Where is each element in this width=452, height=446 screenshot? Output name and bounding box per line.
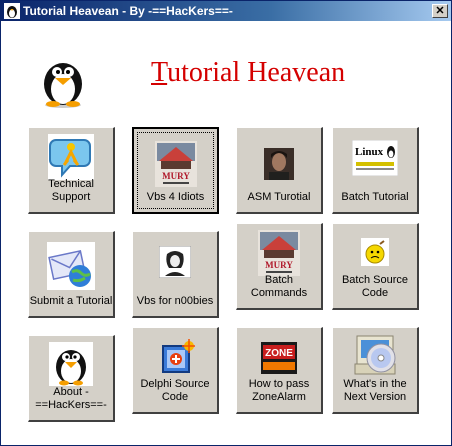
- next-version-button[interactable]: What's in the Next Version: [332, 327, 419, 414]
- window-title: Tutorial Heavean - By -==HacKers==-: [23, 4, 233, 18]
- tile-label: Batch Tutorial: [341, 191, 409, 203]
- zonealarm-icon: ZONE: [261, 342, 297, 374]
- app-window: Tutorial Heavean - By -==HacKers==- ✕ Tu…: [0, 0, 452, 446]
- technical-support-button[interactable]: Technical Support: [28, 127, 115, 214]
- tile-label: What's in the Next Version: [343, 378, 407, 403]
- album-cover-image: MURY: [154, 141, 197, 187]
- tile-label: Batch Commands: [250, 274, 308, 299]
- tile-label: Batch Source Code: [341, 274, 409, 299]
- asm-tutorial-button[interactable]: ASM Turotial: [236, 127, 323, 214]
- tile-label: Technical Support: [48, 178, 94, 203]
- tile-label: Delphi Source Code: [140, 378, 210, 403]
- batch-source-code-button[interactable]: Batch Source Code: [332, 223, 419, 310]
- tile-label: About -==HacKers==-: [35, 386, 107, 411]
- title-bar[interactable]: Tutorial Heavean - By -==HacKers==- ✕: [1, 1, 451, 21]
- penguin-icon: [4, 3, 20, 19]
- linux-logo-icon: Linux: [352, 140, 398, 176]
- tile-label: ASM Turotial: [247, 191, 311, 203]
- vbs-for-noobies-button[interactable]: Vbs for n00bies: [132, 231, 219, 318]
- tile-label: How to pass ZoneAlarm: [248, 378, 310, 403]
- svg-text:Linux: Linux: [355, 146, 384, 158]
- zonealarm-button[interactable]: ZONE How to pass ZoneAlarm: [236, 327, 323, 414]
- close-button[interactable]: ✕: [432, 4, 448, 18]
- portrait-sketch-icon: [159, 246, 191, 278]
- delphi-icon: [155, 338, 195, 376]
- penguin-icon: [49, 342, 93, 386]
- page-title: Tutorial Heavean: [151, 57, 346, 88]
- tile-label: Vbs for n00bies: [136, 295, 214, 307]
- cd-computer-icon: [354, 335, 396, 375]
- email-globe-icon: [47, 242, 95, 290]
- tile-label: Vbs 4 Idiots: [146, 191, 205, 203]
- smiley-icon: [361, 238, 389, 266]
- batch-commands-button[interactable]: MURY Batch Commands: [236, 223, 323, 310]
- delphi-source-code-button[interactable]: Delphi Source Code: [132, 327, 219, 414]
- about-hackers-button[interactable]: About -==HacKers==-: [28, 335, 115, 422]
- batch-tutorial-button[interactable]: Linux Batch Tutorial: [332, 127, 419, 214]
- aim-chat-icon: [48, 134, 94, 180]
- album-cover-image: MURY: [258, 230, 300, 276]
- person-photo-icon: [264, 148, 294, 180]
- submit-tutorial-button[interactable]: Submit a Tutorial: [28, 231, 115, 318]
- svg-text:MURY: MURY: [265, 260, 293, 270]
- svg-text:MURY: MURY: [162, 171, 190, 181]
- tile-label: Submit a Tutorial: [29, 295, 113, 307]
- vbs-4-idiots-button[interactable]: MURY Vbs 4 Idiots: [132, 127, 219, 214]
- svg-text:ZONE: ZONE: [265, 348, 293, 359]
- penguin-logo-icon: [44, 63, 82, 108]
